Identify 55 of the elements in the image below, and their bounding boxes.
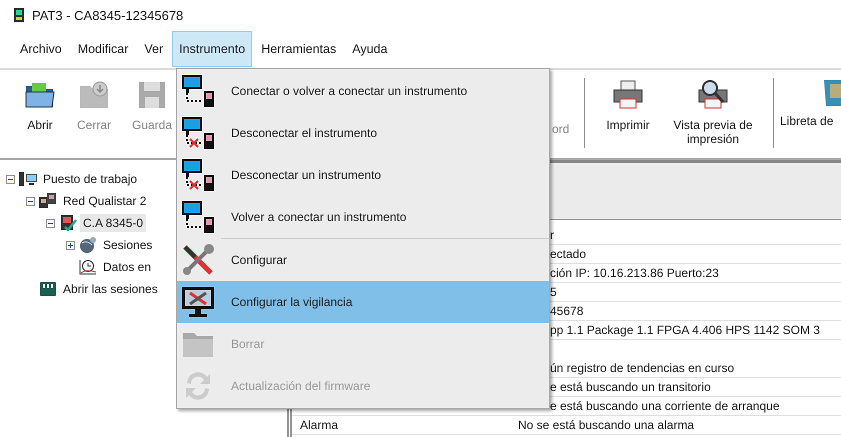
computer-link-icon	[181, 200, 215, 234]
menu-item[interactable]: Ver	[137, 31, 170, 67]
menu-item[interactable]: Instrumento	[172, 31, 252, 67]
expander-icon[interactable]	[46, 218, 55, 228]
expander-icon[interactable]	[66, 240, 75, 250]
computer-unlink-icon	[181, 116, 215, 150]
menu-item[interactable]: Volver a conectar un instrumento	[177, 196, 549, 238]
monitor-tools-icon	[181, 285, 215, 319]
tree-item[interactable]: Datos en	[100, 258, 154, 276]
app-icon	[14, 8, 24, 22]
folder-download-icon	[78, 80, 110, 110]
memory-card-icon	[39, 281, 57, 297]
menu-item[interactable]: Herramientas	[254, 31, 344, 67]
menu-item[interactable]: Desconectar el instrumento	[177, 112, 549, 154]
table-cell: ectado	[550, 247, 586, 261]
tree-item[interactable]: Sesiones	[100, 236, 156, 254]
menu-item[interactable]: Configurar	[177, 239, 549, 281]
table-cell: 45678	[550, 304, 584, 318]
table-cell: r	[550, 228, 554, 242]
table-cell: Alarma	[300, 418, 338, 432]
clock-chart-icon	[79, 259, 97, 275]
menu-item[interactable]: Archivo	[13, 31, 69, 67]
globe-icon	[79, 237, 97, 253]
table-cell: e está buscando una corriente de arranque	[550, 399, 780, 413]
computer-link-icon	[181, 74, 215, 108]
toolbar-button[interactable]: Abrir	[14, 70, 66, 132]
tree-item[interactable]: Puesto de trabajo	[40, 170, 140, 188]
computer-unlink-icon	[181, 158, 215, 192]
menu-item[interactable]: Desconectar un instrumento	[177, 154, 549, 196]
toolbar-button[interactable]: Libreta de	[780, 70, 841, 128]
table-cell: No se está buscando una alarma	[518, 418, 694, 432]
expander-icon[interactable]	[6, 174, 15, 184]
folder-icon	[24, 80, 56, 110]
table-cell: 5	[550, 285, 557, 299]
instrument-icon	[59, 215, 77, 231]
toolbar-button[interactable]: Imprimir	[595, 70, 661, 132]
menu-item[interactable]: Ayuda	[345, 31, 394, 67]
table-cell: ún registro de tendencias en curso	[550, 361, 734, 375]
menu-item[interactable]: Conectar o volver a conectar un instrumento	[177, 70, 549, 112]
computer-icon	[19, 171, 37, 187]
print-preview-icon	[697, 80, 729, 110]
expander-icon[interactable]	[26, 196, 35, 206]
tree-item[interactable]: Abrir las sesiones	[60, 280, 161, 298]
menu-item[interactable]: Modificar	[70, 31, 136, 67]
tools-icon	[181, 243, 215, 277]
tree-item[interactable]: C.A 8345-0	[80, 214, 146, 232]
table-cell: ción IP: 10.16.213.86 Puerto:23	[550, 266, 719, 280]
network-icon	[39, 193, 57, 209]
tree-item[interactable]: Red Qualistar 2	[60, 192, 150, 210]
menu-item[interactable]: Configurar la vigilancia	[177, 281, 549, 323]
toolbar-button[interactable]: Vista previa de impresión	[663, 70, 763, 146]
table-cell: e está buscando un transitorio	[550, 380, 711, 394]
table-cell: pp 1.1 Package 1.1 FPGA 4.406 HPS 1142 SOM 3	[550, 323, 820, 337]
printer-icon	[612, 80, 644, 110]
window-title: PAT3 - CA8345-12345678	[32, 8, 184, 22]
